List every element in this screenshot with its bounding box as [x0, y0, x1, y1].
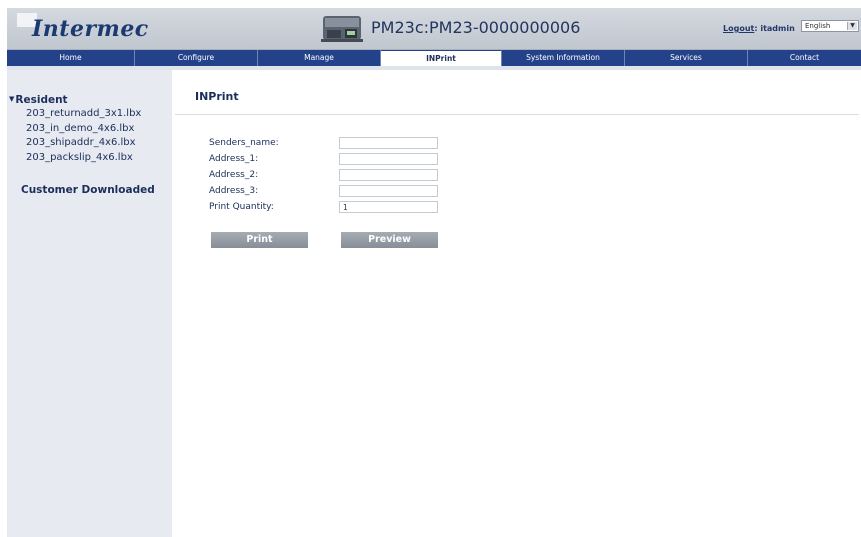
sidebar-item-packslip[interactable]: 203_packslip_4x6.lbx [26, 151, 141, 166]
print-quantity-field[interactable] [339, 201, 438, 213]
sidebar-group-label: Resident [15, 94, 68, 106]
device-title: PM23c:PM23-0000000006 [371, 18, 581, 37]
senders-name-field[interactable] [339, 137, 438, 149]
printer-icon [321, 16, 363, 42]
senders-name-label: Senders_name: [209, 138, 279, 148]
address-3-label: Address_3: [209, 186, 259, 196]
print-quantity-label: Print Quantity: [209, 202, 274, 212]
sidebar-item-returnadd[interactable]: 203_returnadd_3x1.lbx [26, 107, 141, 122]
nav-services[interactable]: Services [625, 50, 748, 66]
sidebar-item-shipaddr[interactable]: 203_shipaddr_4x6.lbx [26, 136, 141, 151]
intermec-logo: Intermec [32, 16, 149, 42]
address-1-field[interactable] [339, 153, 438, 165]
address-2-field[interactable] [339, 169, 438, 181]
language-select[interactable]: English ▼ [801, 20, 859, 32]
main-nav: Home Configure Manage INPrint System Inf… [7, 50, 861, 66]
logout-link[interactable]: Logout [723, 24, 754, 33]
title-divider [175, 114, 859, 115]
preview-button[interactable]: Preview [341, 232, 438, 248]
sidebar-group-customer-downloaded[interactable]: Customer Downloaded [21, 184, 155, 196]
nav-contact[interactable]: Contact [748, 50, 861, 66]
nav-home[interactable]: Home [7, 50, 135, 66]
chevron-down-icon: ▼ [847, 22, 857, 30]
address-1-label: Address_1: [209, 154, 259, 164]
nav-system-information[interactable]: System Information [502, 50, 625, 66]
user-name: : itadmin [754, 24, 795, 33]
sidebar: ▼Resident 203_returnadd_3x1.lbx 203_in_d… [7, 70, 172, 537]
print-button[interactable]: Print [211, 232, 308, 248]
sidebar-file-list: 203_returnadd_3x1.lbx 203_in_demo_4x6.lb… [26, 107, 141, 165]
sidebar-item-in-demo[interactable]: 203_in_demo_4x6.lbx [26, 122, 141, 137]
triangle-down-icon: ▼ [9, 95, 15, 103]
nav-inprint[interactable]: INPrint [381, 50, 502, 66]
page-title: INPrint [195, 90, 239, 103]
address-3-field[interactable] [339, 185, 438, 197]
logout-area: Logout: itadmin [723, 24, 795, 33]
sidebar-group-resident[interactable]: ▼Resident [9, 94, 68, 106]
header-bar: Intermec PM23c:PM23-0000000006 Logout: i… [7, 8, 861, 50]
language-selected: English [805, 22, 831, 30]
nav-manage[interactable]: Manage [258, 50, 381, 66]
address-2-label: Address_2: [209, 170, 259, 180]
nav-configure[interactable]: Configure [135, 50, 258, 66]
